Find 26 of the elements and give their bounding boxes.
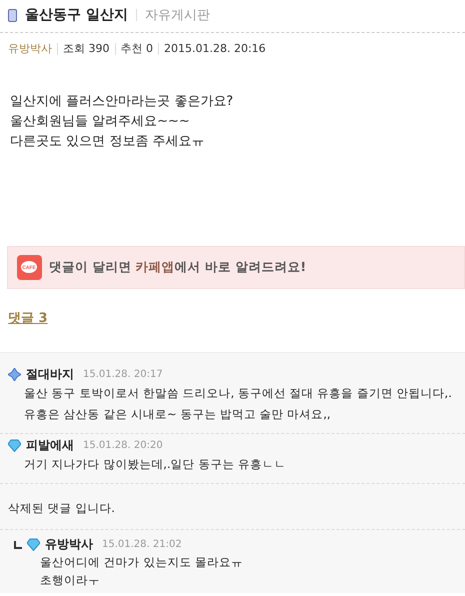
post-text: 울산회원님들 알려주세요~~~: [10, 113, 191, 131]
notice-text: 댓글이 달리면 카페앱에서 바로 알려드려요!: [49, 259, 306, 276]
comment-author[interactable]: 유방박사: [45, 536, 93, 553]
post-text: 일산지에 플러스안마라는곳 좋은가요?: [10, 93, 234, 111]
comment-text: 울산어디에 건마가 있는지도 몰라요ㅠ: [39, 554, 244, 571]
comment-date: 15.01.28. 20:17: [83, 369, 163, 380]
comments-link[interactable]: 댓글 3: [8, 309, 48, 327]
like-count: 추천 0: [120, 41, 153, 56]
gem-icon: [8, 368, 21, 381]
cafe-title: 울산동구 일산지: [25, 6, 128, 24]
diamond-icon: [8, 439, 21, 452]
comment-text: 울산 동구 토박이로서 한말씀 드리오나, 동구에선 절대 유흥을 즐기면 안됩니다,.: [23, 385, 453, 402]
comment-date: 15.01.28. 20:20: [83, 440, 163, 451]
comment-text: 초행이라ㅜ: [39, 572, 101, 589]
comment-text: 거기 지나가다 많이봤는데,.일단 동구는 유흥ㄴㄴ: [23, 456, 287, 473]
post-date: 2015.01.28. 20:16: [164, 42, 266, 55]
comment-text: 유흥은 삼산동 같은 시내로~ 동구는 밥먹고 술만 마셔요,,: [23, 406, 332, 423]
comment-author[interactable]: 피발에새: [26, 437, 74, 454]
deleted-notice: 삭제된 댓글 입니다.: [8, 500, 116, 517]
diamond-icon: [27, 538, 40, 551]
phone-icon: [8, 8, 17, 22]
view-count: 조회 390: [63, 41, 110, 56]
comment-author[interactable]: 절대바지: [26, 366, 74, 383]
post-author[interactable]: 유방박사: [8, 41, 52, 56]
post-text: 다른곳도 있으면 정보좀 주세요ㅠ: [10, 133, 206, 151]
comment-date: 15.01.28. 21:02: [102, 539, 182, 550]
